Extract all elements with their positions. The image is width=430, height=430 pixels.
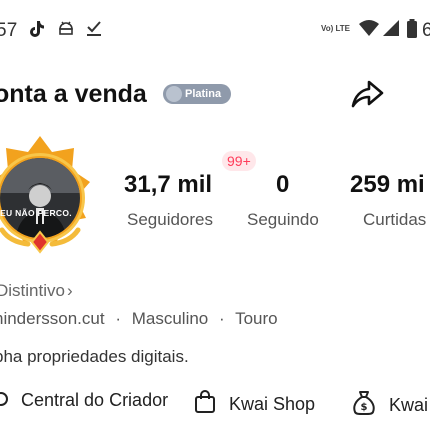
platina-badge[interactable]: Platina: [163, 84, 232, 104]
following-count[interactable]: 0: [276, 171, 289, 199]
kwai-money-label: Kwai: [389, 395, 429, 415]
distintivo-label: Distintivo: [0, 281, 65, 300]
kwai-shop-link[interactable]: Kwai Shop: [194, 390, 315, 415]
profile-bio: pha propriedades digitais.: [0, 347, 189, 366]
gear-icon: [0, 392, 8, 406]
profile-meta: hindersson.cut · Masculino · Touro: [0, 309, 278, 329]
badge-medal-icon: [166, 86, 182, 102]
signal-icon: [383, 20, 399, 36]
creator-center-link[interactable]: Central do Criador: [0, 390, 168, 411]
profile-handle: hindersson.cut: [0, 309, 105, 328]
following-label[interactable]: Seguindo: [247, 210, 319, 230]
followers-count[interactable]: 31,7 mil: [124, 171, 212, 199]
meta-separator: ·: [115, 309, 121, 328]
avatar-caption: EU NÃO PERCO.: [0, 208, 72, 218]
profile-name: onta a venda: [0, 80, 147, 108]
shopping-bag-icon: [195, 390, 215, 413]
svg-text:$: $: [361, 402, 368, 413]
tiktok-icon: [30, 21, 44, 37]
chevron-right-icon: ›: [66, 281, 73, 300]
volte-icon: Vo) LTE: [320, 24, 350, 33]
battery-percent-fragment: 6: [422, 20, 430, 41]
profile-sign: Touro: [235, 309, 278, 328]
wifi-icon: [359, 20, 379, 36]
likes-label[interactable]: Curtidas: [363, 210, 426, 230]
meta-separator: ·: [219, 309, 225, 328]
share-icon[interactable]: [349, 76, 385, 112]
avatar[interactable]: EU NÃO PERCO.: [0, 128, 100, 258]
avatar-frame: [0, 136, 90, 254]
android-robot-icon: [59, 21, 73, 35]
kwai-shop-label: Kwai Shop: [229, 394, 316, 414]
status-bar: 57 Vo) LTE 6: [0, 0, 430, 56]
creator-center-label: Central do Criador: [21, 390, 169, 410]
status-time: 57: [0, 20, 18, 41]
battery-icon: [407, 19, 417, 38]
likes-count[interactable]: 259 mi: [350, 171, 425, 199]
money-bag-icon: $: [353, 391, 375, 415]
kwai-money-link[interactable]: $ Kwai: [352, 390, 428, 416]
download-check-icon: [87, 21, 101, 36]
notification-badge: 99+: [222, 151, 256, 171]
badge-label: Platina: [185, 88, 222, 100]
distintivo-link[interactable]: Distintivo ›: [0, 281, 73, 301]
followers-label[interactable]: Seguidores: [127, 210, 213, 230]
profile-gender: Masculino: [131, 309, 209, 328]
